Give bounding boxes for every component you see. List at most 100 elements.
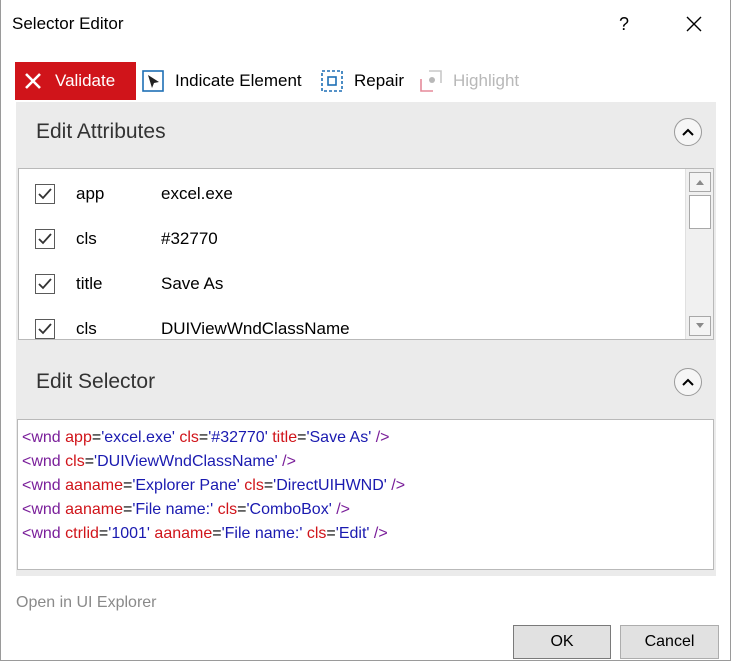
selector-attr-value-token: 'File name:' [221,525,303,542]
attribute-checkbox[interactable] [35,318,55,339]
highlight-button[interactable]: Highlight [419,62,519,100]
cancel-button[interactable]: Cancel [620,625,719,659]
attribute-name: cls [76,318,97,338]
selector-attr-name-token: title [272,429,298,446]
edit-attributes-panel: Edit Attributes app excel.exe cls #32770 [16,102,716,352]
selector-punct-token: = [84,453,95,470]
title-bar: Selector Editor ? [1,0,732,50]
attribute-value: DUIViewWndClassName [161,318,350,338]
chevron-up-icon [682,378,694,386]
selector-attr-value-token: 'Explorer Pane' [132,477,240,494]
selector-attr-name-token: cls [65,453,85,470]
selector-tag-token: /> [386,477,406,494]
validate-label: Validate [55,71,116,90]
selector-attr-value-token: 'DUIViewWndClassName' [94,453,278,470]
selector-attr-name-token: aaname [154,525,213,542]
selector-line: <wnd app='excel.exe' cls='#32770' title=… [22,426,709,450]
highlight-icon [420,70,442,92]
chevron-up-icon [682,128,694,136]
selector-attr-value-token: 'DirectUIHWND' [273,477,387,494]
selector-tag-token: /> [371,429,390,446]
selector-tag-token: <wnd [22,501,66,518]
close-icon [686,16,702,32]
selector-punct-token: = [122,477,133,494]
indicate-element-button[interactable]: Indicate Element [141,62,302,100]
selector-tag-token: /> [331,501,350,518]
selector-punct-token: = [98,525,109,542]
selector-attr-value-token: 'File name:' [132,501,214,518]
selector-attr-name-token: aaname [65,477,123,494]
attribute-value: Save As [161,273,224,293]
edit-selector-title: Edit Selector [36,370,156,393]
attribute-value: excel.exe [161,183,233,203]
attributes-scrollbar[interactable] [685,169,713,339]
collapse-selector-button[interactable] [674,368,702,396]
selector-tag-token: /> [369,525,388,542]
edit-selector-panel: Edit Selector <wnd app='excel.exe' cls='… [16,352,716,576]
selector-editor-dialog: Selector Editor ? Validate Indicate Elem… [0,0,731,661]
repair-button[interactable]: Repair [320,62,404,100]
selector-attr-name-token: cls [244,477,264,494]
checkmark-icon [38,232,52,244]
selector-text-editor[interactable]: <wnd app='excel.exe' cls='#32770' title=… [17,419,714,570]
toolbar: Validate Indicate Element Repair Highlig… [15,62,715,100]
selector-tag-token: <wnd [22,525,66,542]
selector-line: <wnd aaname='File name:' cls='ComboBox' … [22,498,709,522]
x-icon [25,73,41,89]
selector-line: <wnd aaname='Explorer Pane' cls='DirectU… [22,474,709,498]
scroll-down-button[interactable] [689,316,711,336]
selector-line: <wnd ctrlid='1001' aaname='File name:' c… [22,522,709,546]
selector-punct-token: = [263,477,274,494]
selector-attr-name-token: cls [306,525,327,542]
selector-attr-name-token: ctrlid [65,525,99,542]
selector-punct-token: = [212,525,222,542]
attributes-list: app excel.exe cls #32770 title Save As c… [18,168,714,340]
dialog-title: Selector Editor [12,14,124,33]
selector-attr-value-token: 'excel.exe' [101,429,175,446]
validate-button[interactable]: Validate [15,62,136,100]
attribute-value: #32770 [161,228,218,248]
scroll-up-arrow-icon [696,180,704,185]
selector-attr-value-token: 'Save As' [306,429,372,446]
selector-attr-value-token: 'Edit' [335,525,370,542]
selector-attr-name-token: cls [217,501,238,518]
close-button[interactable] [673,8,715,40]
selector-punct-token: = [122,501,133,518]
selector-punct-token: = [326,525,336,542]
indicate-element-icon [142,70,164,92]
attribute-name: cls [76,228,97,248]
checkmark-icon [38,187,52,199]
attribute-row: title Save As [19,261,679,306]
scroll-thumb[interactable] [689,195,711,229]
attribute-row: cls DUIViewWndClassName [19,306,679,339]
open-in-ui-explorer-link[interactable]: Open in UI Explorer [16,594,157,612]
selector-attr-value-token: '1001' [108,525,150,542]
attribute-row: cls #32770 [19,216,679,261]
selector-line: <wnd cls='DUIViewWndClassName' /> [22,450,709,474]
selector-punct-token: = [198,429,209,446]
selector-attr-value-token: '#32770' [208,429,268,446]
scroll-up-button[interactable] [689,172,711,192]
selector-tag-token: <wnd [22,429,66,446]
edit-attributes-title: Edit Attributes [36,120,166,143]
checkmark-icon [38,322,52,334]
collapse-attributes-button[interactable] [674,118,702,146]
attribute-name: title [76,273,103,293]
selector-tag-token: <wnd [22,453,66,470]
attribute-row: app excel.exe [19,171,679,216]
attribute-checkbox[interactable] [35,273,55,294]
selector-attr-name-token: cls [179,429,199,446]
repair-label: Repair [354,71,405,90]
attribute-name: app [76,183,105,203]
repair-icon [321,70,343,92]
selector-punct-token: = [91,429,102,446]
selector-tag-token: /> [277,453,296,470]
ok-button[interactable]: OK [513,625,611,659]
help-button[interactable]: ? [607,8,641,40]
attribute-checkbox[interactable] [35,183,55,204]
scroll-down-arrow-icon [696,323,704,328]
attribute-checkbox[interactable] [35,228,55,249]
highlight-label: Highlight [453,71,520,90]
indicate-element-label: Indicate Element [175,71,302,90]
selector-tag-token: <wnd [22,477,66,494]
